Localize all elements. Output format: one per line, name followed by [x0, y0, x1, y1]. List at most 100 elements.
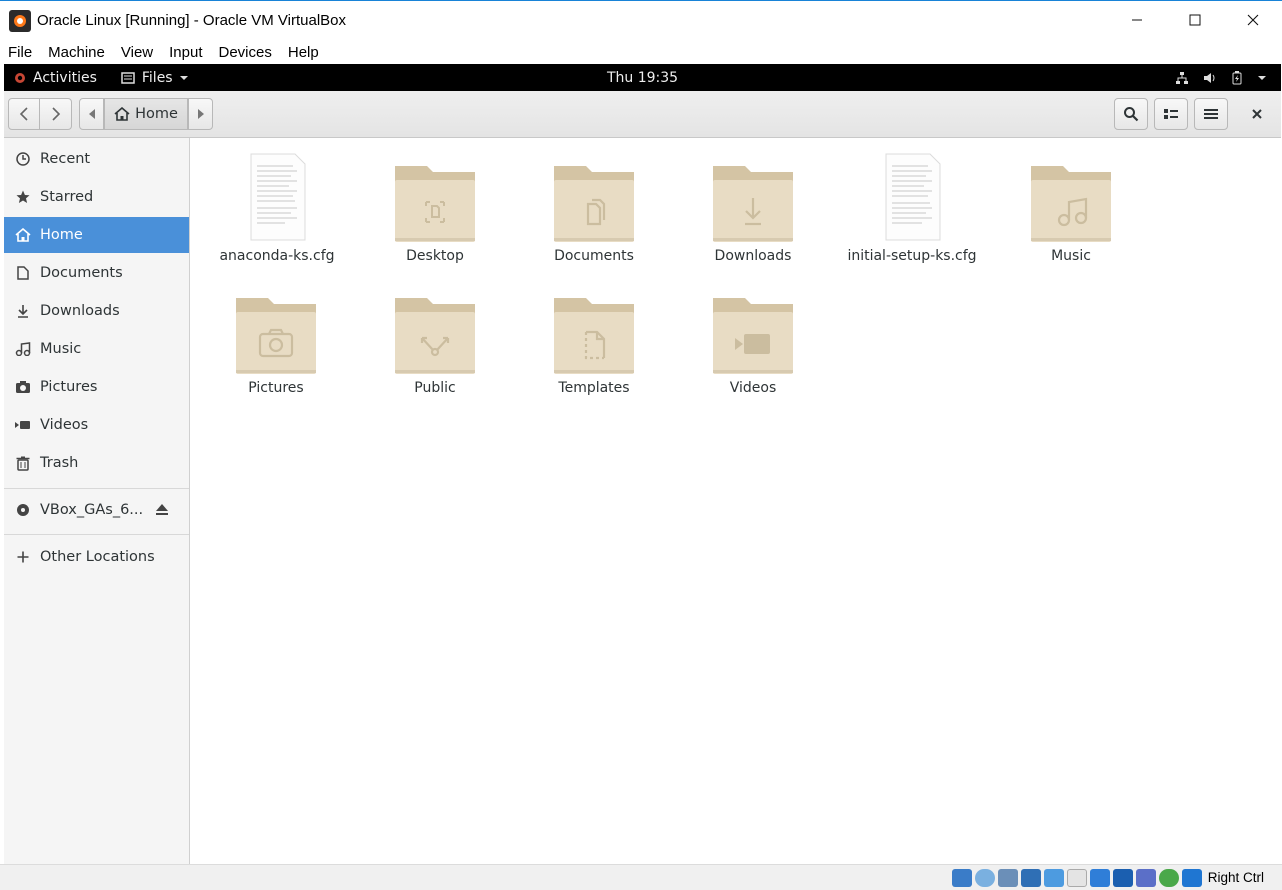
menu-file[interactable]: File	[0, 44, 40, 61]
star-icon	[15, 189, 31, 205]
close-files-button[interactable]	[1240, 98, 1274, 130]
back-button[interactable]	[8, 98, 40, 130]
virtualbox-icon	[9, 9, 31, 32]
folder-item[interactable]: Videos	[683, 280, 823, 396]
gnome-top-bar: Activities Files Thu 19:35	[4, 64, 1281, 91]
folder-item[interactable]: Documents	[524, 148, 664, 264]
folder-item[interactable]: Music	[1001, 148, 1141, 264]
folder-item[interactable]: Public	[365, 280, 505, 396]
text-file-icon	[250, 153, 306, 241]
menu-help[interactable]: Help	[280, 44, 327, 61]
shared-folders-icon[interactable]	[1067, 869, 1087, 887]
sidebar-item-device[interactable]: VBox_GAs_6...	[4, 492, 189, 528]
desktop-folder-icon	[395, 166, 475, 242]
file-name: Public	[414, 380, 456, 396]
sidebar-item-label: Music	[40, 341, 82, 357]
forward-button[interactable]	[39, 98, 72, 130]
cpu-icon[interactable]	[1136, 869, 1156, 887]
network-adapter-icon[interactable]	[1021, 869, 1041, 887]
optical-drive-icon[interactable]	[975, 869, 995, 887]
hamburger-menu-button[interactable]	[1194, 98, 1228, 130]
sidebar-item-other-locations[interactable]: Other Locations	[4, 539, 189, 575]
disc-icon	[15, 502, 31, 518]
sidebar-item-music[interactable]: Music	[4, 331, 189, 367]
pictures-folder-icon	[236, 298, 316, 374]
video-icon	[15, 417, 31, 433]
sidebar-item-label: Home	[40, 227, 83, 243]
sidebar-item-trash[interactable]: Trash	[4, 445, 189, 481]
file-name: initial-setup-ks.cfg	[847, 248, 977, 264]
minimize-button[interactable]	[1108, 1, 1166, 39]
chevron-right-icon	[51, 107, 60, 121]
sidebar-item-documents[interactable]: Documents	[4, 255, 189, 291]
usb-icon[interactable]	[1044, 869, 1064, 887]
sidebar-item-videos[interactable]: Videos	[4, 407, 189, 443]
home-icon	[114, 107, 130, 121]
sidebar-item-label: Recent	[40, 151, 91, 167]
file-item[interactable]: anaconda-ks.cfg	[207, 148, 347, 264]
display-icon[interactable]	[1090, 869, 1110, 887]
menu-input[interactable]: Input	[161, 44, 210, 61]
files-app-icon	[121, 71, 135, 84]
search-button[interactable]	[1114, 98, 1148, 130]
maximize-button[interactable]	[1166, 1, 1224, 39]
path-current-label: Home	[135, 106, 178, 122]
public-folder-icon	[395, 298, 475, 374]
camera-icon	[15, 379, 31, 395]
sidebar-item-pictures[interactable]: Pictures	[4, 369, 189, 405]
file-view: anaconda-ks.cfg Desktop Documents Downlo…	[190, 138, 1281, 864]
plus-icon	[15, 549, 31, 565]
trash-icon	[15, 455, 31, 471]
downloads-folder-icon	[713, 166, 793, 242]
clock[interactable]: Thu 19:35	[4, 70, 1281, 86]
oracle-logo-icon	[15, 72, 25, 83]
path-scroll-right-button[interactable]	[188, 98, 213, 130]
places-sidebar: Recent Starred Home Documents Downloads …	[4, 138, 190, 864]
sidebar-item-label: Videos	[40, 417, 89, 433]
path-scroll-left-button[interactable]	[79, 98, 104, 130]
file-name: Pictures	[248, 380, 304, 396]
sidebar-item-recent[interactable]: Recent	[4, 141, 189, 177]
file-item[interactable]: initial-setup-ks.cfg	[842, 148, 982, 264]
menu-icon	[1204, 109, 1218, 119]
triangle-right-icon	[197, 109, 204, 119]
file-name: Documents	[554, 248, 634, 264]
sidebar-item-starred[interactable]: Starred	[4, 179, 189, 215]
path-home-button[interactable]: Home	[104, 98, 188, 130]
window-titlebar: Oracle Linux [Running] - Oracle VM Virtu…	[0, 0, 1282, 40]
music-icon	[15, 341, 31, 357]
triangle-left-icon	[88, 109, 95, 119]
eject-icon[interactable]	[155, 502, 169, 520]
home-icon	[15, 227, 31, 243]
folder-item[interactable]: Pictures	[206, 280, 346, 396]
keyboard-capture-icon[interactable]	[1182, 869, 1202, 887]
menu-devices[interactable]: Devices	[211, 44, 280, 61]
file-name: Videos	[729, 380, 777, 396]
documents-folder-icon	[554, 166, 634, 242]
files-headerbar: Home	[4, 91, 1281, 138]
sidebar-item-home[interactable]: Home	[4, 217, 189, 253]
menu-view[interactable]: View	[113, 44, 161, 61]
folder-item[interactable]: Downloads	[683, 148, 823, 264]
chevron-down-icon	[179, 75, 188, 80]
app-menu-button[interactable]: Files	[121, 70, 189, 86]
hard-disk-icon[interactable]	[952, 869, 972, 887]
folder-item[interactable]: Templates	[524, 280, 664, 396]
sidebar-item-label: Other Locations	[40, 549, 155, 565]
search-icon	[1124, 107, 1139, 122]
menu-machine[interactable]: Machine	[40, 44, 113, 61]
sidebar-item-label: Pictures	[40, 379, 98, 395]
view-mode-button[interactable]	[1154, 98, 1188, 130]
host-key-label: Right Ctrl	[1207, 870, 1264, 885]
folder-item[interactable]: Desktop	[365, 148, 505, 264]
video-capture-icon[interactable]	[1113, 869, 1133, 887]
activities-button[interactable]: Activities	[14, 70, 97, 86]
mouse-integration-icon[interactable]	[1159, 869, 1179, 887]
close-window-button[interactable]	[1224, 1, 1282, 39]
list-view-icon	[1164, 109, 1178, 119]
sidebar-item-downloads[interactable]: Downloads	[4, 293, 189, 329]
volume-icon	[1204, 72, 1215, 83]
file-name: Desktop	[406, 248, 464, 264]
audio-icon[interactable]	[998, 869, 1018, 887]
system-tray[interactable]	[1175, 64, 1267, 91]
